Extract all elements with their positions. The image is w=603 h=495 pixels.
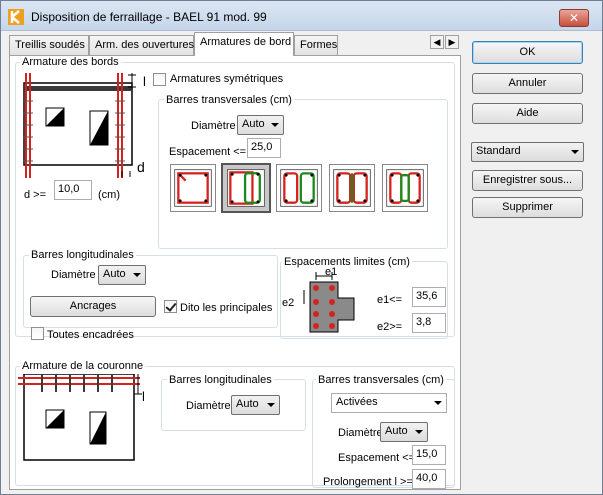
crown-transverse-diam-label: Diamètre [338, 427, 383, 439]
tab-treillis-soudes[interactable]: Treillis soudés [9, 35, 89, 55]
transverse-spacing-input[interactable]: 25,0 [247, 138, 281, 158]
chevron-down-icon [267, 403, 275, 407]
all-framed-label: Toutes encadrées [47, 329, 134, 341]
chevron-down-icon [434, 401, 442, 405]
crown-longitudinal-label: Barres longitudinales [167, 374, 274, 386]
edge-reinforcement-label: Armature des bords [20, 56, 121, 68]
all-framed-checkbox[interactable] [31, 327, 44, 340]
chevron-down-icon [271, 123, 279, 127]
crown-transverse-mode-select[interactable]: Activées [331, 393, 447, 413]
delete-button[interactable]: Supprimer [472, 197, 583, 218]
d-min-input[interactable]: 10,0 [54, 180, 92, 200]
section-option-4[interactable] [329, 164, 375, 212]
crown-extension-label: Prolongement l >= [323, 476, 413, 488]
preset-select[interactable]: Standard [471, 142, 584, 162]
chevron-down-icon [415, 430, 423, 434]
longitudinal-bars-label: Barres longitudinales [29, 249, 136, 261]
crown-diagram-icon [18, 374, 142, 461]
section-option-1[interactable] [170, 164, 216, 212]
crown-extension-input[interactable]: 40,0 [412, 469, 446, 489]
help-button[interactable]: Aide [472, 103, 583, 124]
dialog-content: Treillis soudés Arm. des ouvertures Arma… [1, 31, 602, 494]
spacing-limits-label: Espacements limites (cm) [282, 256, 412, 268]
symmetric-checkbox[interactable] [153, 73, 166, 86]
app-logo-icon [8, 9, 24, 25]
d-min-label: d >= [24, 189, 47, 201]
symmetric-label: Armatures symétriques [170, 73, 284, 85]
close-button[interactable]: ✕ [559, 9, 589, 27]
crown-spacing-input[interactable]: 15,0 [412, 445, 446, 465]
edge-dim-l: l [143, 74, 146, 89]
crown-transverse-label: Barres transversales (cm) [316, 374, 446, 386]
ok-button[interactable]: OK [472, 41, 583, 64]
transverse-diam-label: Diamètre [191, 120, 236, 132]
anchors-button[interactable]: Ancrages [30, 296, 156, 317]
side-button-panel: OK Annuler Aide Standard Enregistrer sou… [463, 31, 602, 494]
crown-transverse-diam-select[interactable]: Auto [380, 422, 428, 442]
chevron-down-icon [133, 273, 141, 277]
e1-input[interactable]: 35,6 [412, 287, 446, 307]
crown-dim-l: l [142, 389, 145, 404]
dito-checkbox[interactable] [164, 300, 177, 313]
window-title: Disposition de ferraillage - BAEL 91 mod… [31, 10, 267, 24]
tab-panel-armatures-de-bord: Armature des bords l d Armatures symétri… [9, 55, 461, 490]
section-option-2[interactable] [221, 163, 271, 213]
tab-scroll-right-icon[interactable]: ▶ [445, 35, 459, 49]
section-option-5[interactable] [382, 164, 428, 212]
longitudinal-bars-group [23, 255, 278, 328]
tab-armatures-de-bord[interactable]: Armatures de bord [194, 32, 294, 56]
transverse-spacing-label: Espacement <= [169, 146, 247, 158]
longitudinal-diam-label: Diamètre [51, 269, 96, 281]
tab-formes[interactable]: Formes [294, 35, 338, 55]
save-as-button[interactable]: Enregistrer sous... [472, 170, 583, 191]
edge-diagram-icon [23, 73, 136, 178]
crown-longitudinal-diam-label: Diamètre [186, 400, 231, 412]
e1-dim-label: e1 [325, 266, 338, 278]
tab-scroll-left-icon[interactable]: ◀ [430, 35, 444, 49]
chevron-down-icon [571, 150, 579, 154]
dialog-window: Disposition de ferraillage - BAEL 91 mod… [0, 0, 603, 495]
e2-label: e2>= [377, 321, 403, 333]
crown-reinforcement-label: Armature de la couronne [20, 360, 146, 372]
title-bar: Disposition de ferraillage - BAEL 91 mod… [1, 1, 602, 31]
e2-input[interactable]: 3,8 [412, 313, 446, 333]
section-option-3[interactable] [276, 164, 322, 212]
e1-label: e1<= [377, 294, 403, 306]
longitudinal-diam-select[interactable]: Auto [98, 265, 146, 285]
crown-longitudinal-diam-select[interactable]: Auto [231, 395, 280, 415]
crown-spacing-label: Espacement <= [338, 452, 416, 464]
e2-dim-label: e2 [282, 297, 295, 309]
d-unit-label: (cm) [98, 189, 120, 201]
spacing-limits-diagram-icon [303, 272, 355, 333]
tab-arm-ouvertures[interactable]: Arm. des ouvertures [89, 35, 194, 55]
dito-label: Dito les principales [180, 302, 273, 314]
edge-dim-d: d [137, 159, 145, 175]
transverse-diam-select[interactable]: Auto [237, 115, 284, 135]
cancel-button[interactable]: Annuler [472, 73, 583, 94]
transverse-bars-label: Barres transversales (cm) [164, 94, 294, 106]
